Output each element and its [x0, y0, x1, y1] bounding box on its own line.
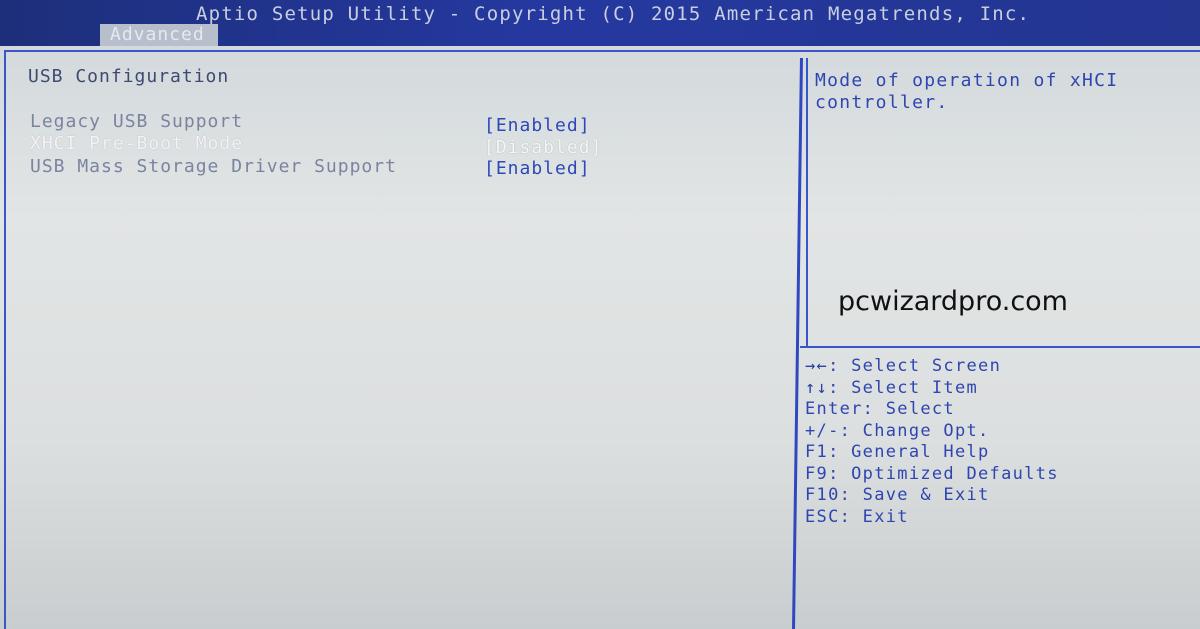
setting-value-legacy-usb[interactable]: [Enabled] — [484, 115, 591, 136]
key-legend-text: F9: Optimized Defaults — [805, 463, 1059, 484]
help-keys-divider — [800, 346, 1200, 348]
key-legend-row: ↑↓: Select Item — [805, 378, 1059, 400]
utility-title: Aptio Setup Utility - Copyright (C) 2015… — [196, 3, 1031, 25]
key-legend-text: F10: Save & Exit — [805, 485, 990, 505]
key-legend-text: Enter: Select — [805, 399, 955, 419]
arrow-left-right-icon: →← — [805, 356, 829, 376]
tab-advanced[interactable]: Advanced — [100, 24, 218, 46]
setting-value-xhci-preboot[interactable]: [Disabled] — [484, 137, 602, 158]
watermark: pcwizardpro.com — [838, 286, 1068, 317]
key-legend-text: ESC: Exit — [805, 506, 909, 527]
arrow-up-down-icon: ↑↓ — [805, 377, 829, 398]
key-legend-row: +/-: Change Opt. — [805, 421, 1059, 443]
key-legend-text: : Select Screen — [828, 356, 1002, 376]
key-legend-row: F9: Optimized Defaults — [805, 464, 1059, 486]
key-legend-text: : Select Item — [828, 377, 979, 398]
key-legend-row: →←: Select Screen — [805, 356, 1059, 378]
key-legend-row: ESC: Exit — [805, 507, 1059, 529]
help-text: Mode of operation of xHCI controller. — [815, 70, 1119, 113]
key-legend-row: Enter: Select — [805, 399, 1059, 421]
key-legend-text: +/-: Change Opt. — [805, 420, 990, 441]
setting-label-usb-mass-storage[interactable]: USB Mass Storage Driver Support — [30, 156, 397, 177]
key-legend-row: F10: Save & Exit — [805, 485, 1059, 507]
key-legend-row: F1: General Help — [805, 442, 1059, 464]
section-title: USB Configuration — [28, 66, 230, 87]
setting-value-usb-mass-storage[interactable]: [Enabled] — [484, 158, 591, 179]
help-panel-border — [806, 58, 808, 348]
bios-screen: Aptio Setup Utility - Copyright (C) 2015… — [0, 0, 1200, 629]
title-bar: Aptio Setup Utility - Copyright (C) 2015… — [0, 0, 1200, 46]
key-legend-text: F1: General Help — [805, 442, 990, 462]
setting-label-xhci-preboot[interactable]: XHCI Pre-Boot Mode — [30, 133, 243, 154]
setting-label-legacy-usb[interactable]: Legacy USB Support — [30, 111, 243, 132]
key-legend: →←: Select Screen ↑↓: Select Item Enter:… — [805, 356, 1059, 528]
